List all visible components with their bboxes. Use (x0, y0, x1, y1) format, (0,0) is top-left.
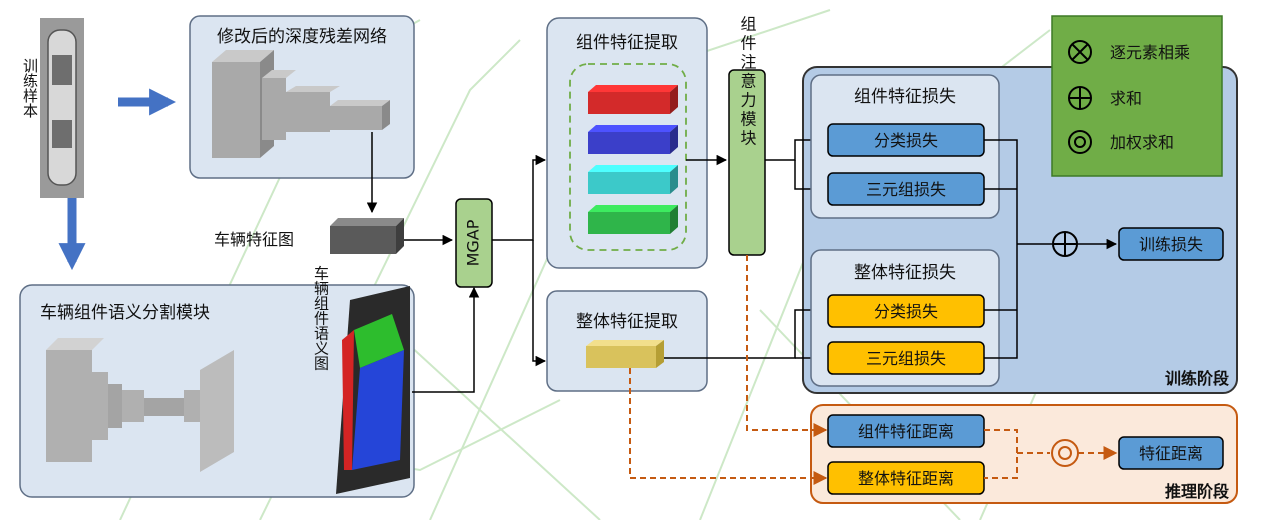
feature-map-block (330, 218, 404, 254)
inference-stage-label: 推理阶段 (1165, 482, 1230, 501)
feature-distance-label: 特征距离 (1139, 444, 1203, 463)
component-feature-bar (588, 165, 678, 194)
attention-module-label: 组件注意力模块 (738, 16, 757, 149)
legend-odot-label: 加权求和 (1110, 133, 1174, 152)
component-classification-loss: 分类损失 (874, 131, 938, 150)
component-extract-title: 组件特征提取 (576, 33, 678, 53)
legend-otimes-label: 逐元素相乘 (1110, 43, 1190, 62)
global-extract-title: 整体特征提取 (576, 312, 678, 332)
training-sample-label: 训练样本 (21, 58, 39, 118)
feature-map-label: 车辆特征图 (214, 230, 294, 249)
component-loss-title: 组件特征损失 (854, 87, 956, 107)
training-stage-label: 训练阶段 (1165, 369, 1230, 388)
global-triplet-loss: 三元组损失 (866, 349, 946, 368)
reid-framework-diagram: 训练阶段 推理阶段 训练样本 修改后的深度残差网络 车辆特征图 车辆组件语义分割… (19, 15, 1238, 504)
arrow-mgap-to-global (532, 240, 547, 367)
arrow-mgap-to-component (492, 154, 547, 241)
sum-operator-icon (1052, 231, 1078, 257)
segmentation-map-label: 车辆组件语义图 (312, 266, 330, 371)
component-triplet-loss: 三元组损失 (866, 180, 946, 199)
component-feature-bar (588, 125, 678, 154)
legend-oplus-label: 求和 (1110, 89, 1142, 108)
global-loss-title: 整体特征损失 (854, 263, 956, 283)
training-sample-image (40, 18, 84, 198)
oplus-icon (1068, 86, 1092, 110)
resnet-title: 修改后的深度残差网络 (217, 27, 387, 47)
segmentation-title: 车辆组件语义分割模块 (40, 303, 210, 323)
global-feature-bar (586, 340, 664, 368)
component-distance-label: 组件特征距离 (858, 422, 954, 441)
arrow-segmap-to-mgap (412, 286, 480, 393)
component-feature-bar (588, 205, 678, 234)
global-distance-label: 整体特征距离 (858, 469, 954, 488)
mgap-label: MGAP (464, 219, 483, 266)
component-feature-bar (588, 85, 678, 114)
global-classification-loss: 分类损失 (874, 302, 938, 321)
training-loss-label: 训练损失 (1139, 235, 1203, 254)
